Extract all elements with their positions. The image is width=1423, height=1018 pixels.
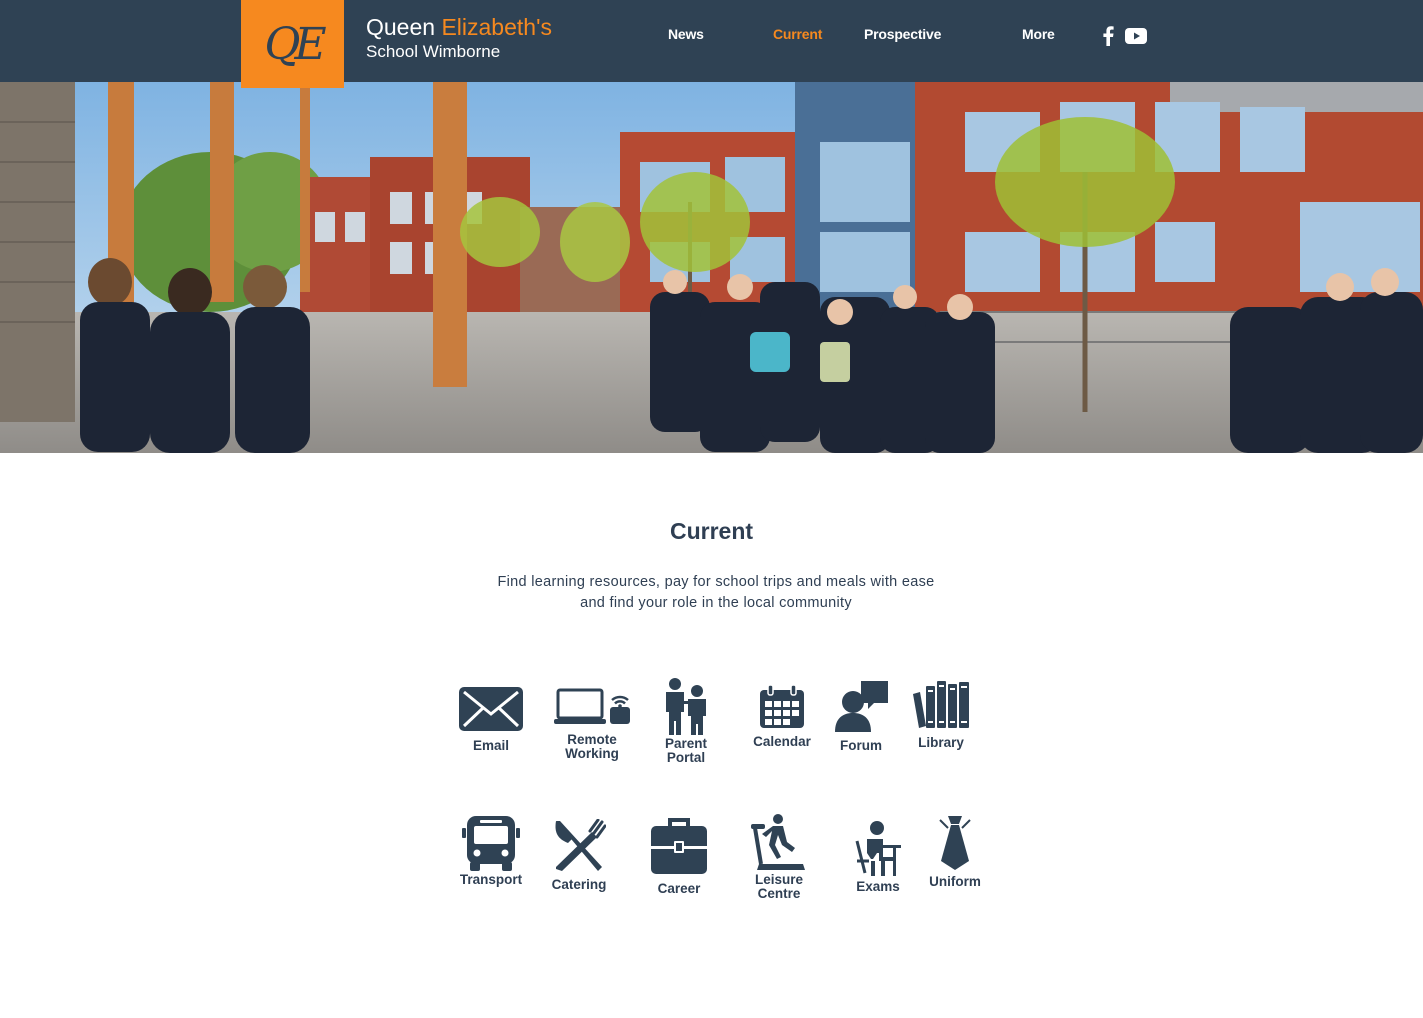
tile-career[interactable]: Career xyxy=(648,816,710,896)
tile-parent-portal[interactable]: Parent Portal xyxy=(656,677,716,765)
bus-icon xyxy=(462,816,520,871)
facebook-icon[interactable] xyxy=(1097,25,1119,47)
tie-icon xyxy=(939,816,971,870)
brand-subtitle: School Wimborne xyxy=(366,42,501,61)
tile-label-career: Career xyxy=(657,881,701,896)
books-icon xyxy=(913,681,969,728)
tile-forum[interactable]: Forum xyxy=(832,680,890,753)
parent-child-icon xyxy=(666,678,706,735)
tile-label-parent-portal: Parent Portal xyxy=(664,736,708,765)
site-header: Queen Elizabeth's School Wimborne News C… xyxy=(0,0,1423,82)
tile-catering[interactable]: Catering xyxy=(546,819,612,892)
intro-line-2: and find your role in the local communit… xyxy=(580,595,852,611)
school-courtyard-photo xyxy=(0,82,1423,453)
tile-label-uniform: Uniform xyxy=(929,874,981,889)
tile-label-forum: Forum xyxy=(840,738,882,753)
tile-label-leisure-centre: Leisure Centre xyxy=(754,872,804,901)
tile-label-remote-working: Remote Working xyxy=(565,732,619,761)
youtube-icon[interactable] xyxy=(1124,25,1148,47)
nav-current[interactable]: Current xyxy=(773,26,822,42)
school-name[interactable]: Queen Elizabeth's School Wimborne xyxy=(366,13,552,63)
speech-person-icon xyxy=(835,681,888,732)
laptop-wifi-icon xyxy=(554,688,630,724)
tile-transport[interactable]: Transport xyxy=(456,814,526,887)
tile-label-catering: Catering xyxy=(551,877,607,892)
brand-name-accent: Elizabeth's xyxy=(441,14,552,40)
school-logo[interactable]: QE xyxy=(241,0,344,88)
tile-calendar[interactable]: Calendar xyxy=(749,685,815,749)
tile-label-library: Library xyxy=(918,735,964,750)
tile-email[interactable]: Email xyxy=(457,686,525,753)
tile-library[interactable]: Library xyxy=(909,680,973,750)
logo-monogram: QE xyxy=(264,18,326,70)
briefcase-icon xyxy=(651,818,707,874)
page-title: Current xyxy=(669,518,754,544)
nav-more[interactable]: More xyxy=(1022,26,1055,42)
intro-text: Find learning resources, pay for school … xyxy=(0,572,1423,614)
tile-label-transport: Transport xyxy=(459,872,523,887)
hero-banner xyxy=(0,82,1423,453)
brand-name-first: Queen xyxy=(366,14,442,40)
calendar-icon xyxy=(760,685,804,728)
tile-remote-working[interactable]: Remote Working xyxy=(552,688,632,761)
envelope-icon xyxy=(459,687,523,731)
treadmill-icon xyxy=(751,814,805,870)
student-desk-icon xyxy=(855,821,901,876)
tile-label-exams: Exams xyxy=(856,879,900,894)
tile-uniform[interactable]: Uniform xyxy=(924,816,986,889)
tile-label-calendar: Calendar xyxy=(753,734,811,749)
intro-line-1: Find learning resources, pay for school … xyxy=(497,574,935,590)
tile-label-email: Email xyxy=(472,738,510,753)
tile-leisure-centre[interactable]: Leisure Centre xyxy=(748,814,810,901)
nav-prospective[interactable]: Prospective xyxy=(864,26,941,42)
nav-news[interactable]: News xyxy=(668,26,704,42)
tile-exams[interactable]: Exams xyxy=(847,821,909,894)
cutlery-icon xyxy=(555,819,606,871)
